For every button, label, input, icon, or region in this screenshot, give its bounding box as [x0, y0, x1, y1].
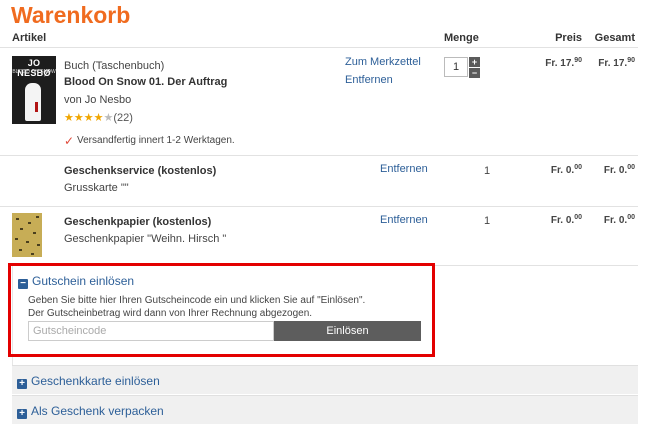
gift-card-toggle[interactable]: + Geschenkkarte einlösen: [17, 374, 160, 389]
gift-paper-image: [12, 213, 42, 257]
gift-paper-remove-link[interactable]: Entfernen: [380, 214, 428, 226]
column-header-menge: Menge: [444, 32, 479, 44]
book-price: Fr. 17.90: [545, 57, 582, 69]
gift-paper-title: Geschenkpapier (kostenlos): [64, 216, 212, 228]
book-type: Buch (Taschenbuch): [64, 60, 165, 72]
column-header-gesamt: Gesamt: [594, 32, 635, 44]
rating-stars: ★★★★★(22): [64, 111, 133, 124]
column-header-artikel: Artikel: [12, 32, 47, 44]
book-total: Fr. 17.90: [598, 57, 635, 69]
book-quantity-field[interactable]: 1: [444, 57, 468, 77]
cover-blood: [35, 102, 38, 112]
gift-wrap-section[interactable]: + Als Geschenk verpacken: [12, 395, 638, 424]
column-header-preis: Preis: [555, 32, 582, 44]
rating-count: (22): [113, 112, 133, 124]
quantity-increase-button[interactable]: +: [469, 57, 480, 67]
page-title: Warenkorb: [11, 2, 131, 28]
plus-box-icon: +: [17, 379, 27, 389]
gift-paper-price: Fr. 0.00: [550, 214, 582, 226]
check-icon: ✓: [64, 134, 75, 148]
quantity-decrease-button[interactable]: −: [469, 68, 480, 78]
gift-service-remove-link[interactable]: Entfernen: [380, 163, 428, 175]
gift-paper-detail: Geschenkpapier "Weihn. Hirsch ": [64, 233, 227, 245]
book-remove-link[interactable]: Entfernen: [345, 74, 393, 86]
gift-service-title: Geschenkservice (kostenlos): [64, 165, 217, 177]
gift-service-price: Fr. 0.00: [550, 164, 582, 176]
gift-service-total: Fr. 0.00: [603, 164, 635, 176]
row-divider: [0, 155, 638, 156]
row-divider: [0, 206, 638, 207]
book-author: von Jo Nesbo: [64, 94, 132, 106]
book-cover-image[interactable]: JO NESBØ BLOOD ON SNOW: [12, 56, 56, 124]
gift-wrap-label: Als Geschenk verpacken: [31, 404, 164, 418]
gift-card-section[interactable]: + Geschenkkarte einlösen: [12, 365, 638, 394]
gift-wrap-toggle[interactable]: + Als Geschenk verpacken: [17, 404, 164, 419]
gift-paper-quantity: 1: [484, 215, 491, 227]
star-empty-icon: ★: [103, 112, 114, 124]
header-divider: [0, 47, 638, 48]
star-icon: ★: [64, 112, 74, 124]
cover-title: BLOOD ON SNOW: [12, 69, 56, 75]
gift-service-quantity: 1: [484, 165, 491, 177]
book-title[interactable]: Blood On Snow 01. Der Auftrag: [64, 76, 227, 88]
gift-paper-total: Fr. 0.00: [603, 214, 635, 226]
star-icon: ★: [73, 112, 84, 124]
star-icon: ★: [83, 112, 94, 124]
wishlist-link[interactable]: Zum Merkzettel: [345, 56, 421, 68]
cover-figure: [25, 83, 41, 121]
star-icon: ★: [93, 112, 104, 124]
cover-author: JO NESBØ: [17, 58, 51, 78]
plus-box-icon: +: [17, 409, 27, 419]
gift-service-detail: Grusskarte "": [64, 182, 129, 194]
gift-card-label: Geschenkkarte einlösen: [31, 374, 160, 388]
availability-text: Versandfertig innert 1-2 Werktagen.: [77, 135, 235, 146]
highlight-frame: [8, 263, 435, 357]
